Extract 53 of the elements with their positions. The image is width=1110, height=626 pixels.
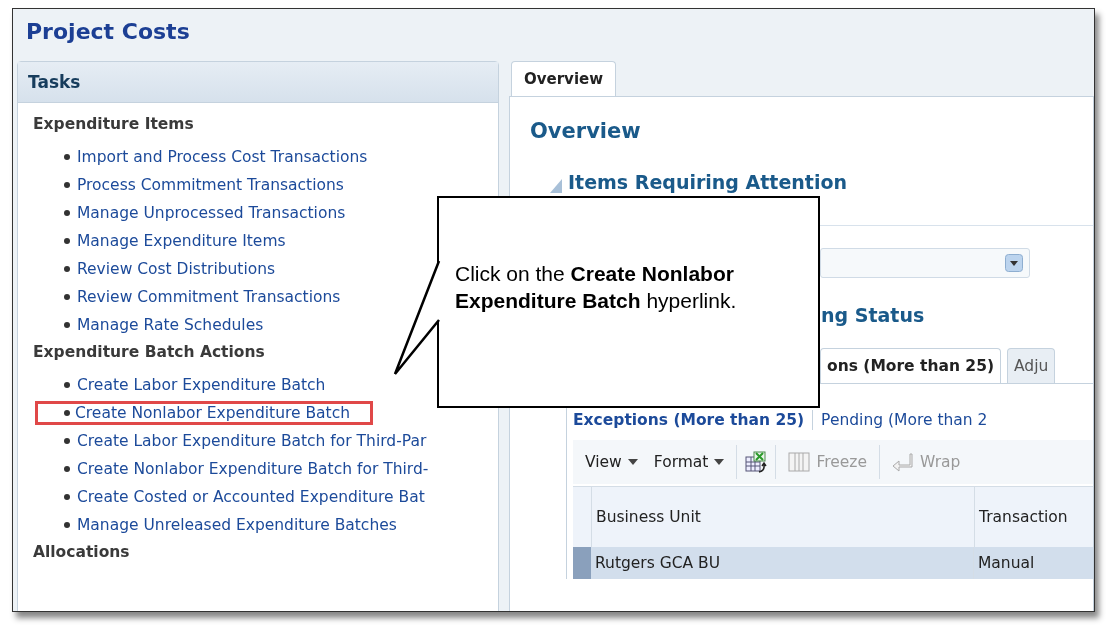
callout-text: Click on the Create Nonlabor Expenditure Batch hyperlink. <box>455 261 738 315</box>
task-link[interactable]: Create Nonlabor Expenditure Batch <box>35 401 374 425</box>
filter-link[interactable]: Pending (More than 2 <box>821 411 988 429</box>
bullet-icon <box>64 322 70 328</box>
bullet-icon <box>64 294 70 300</box>
bullet-icon <box>64 266 70 272</box>
section-heading: Allocations <box>33 543 131 561</box>
spreadsheet-export-icon[interactable] <box>745 451 768 473</box>
task-link[interactable]: Review Commitment Transactions <box>72 285 346 309</box>
dropdown-field[interactable] <box>820 248 1030 278</box>
menu-button[interactable]: Format <box>649 449 729 475</box>
bullet-icon <box>64 410 70 416</box>
caret-icon <box>714 459 725 465</box>
bullet-icon <box>64 466 70 472</box>
section-title: Items Requiring Attention <box>568 171 847 193</box>
task-link[interactable]: Process Commitment Transactions <box>72 173 349 197</box>
task-link[interactable]: Review Cost Distributions <box>72 257 281 281</box>
filter-link[interactable]: Exceptions (More than 25) <box>573 411 805 429</box>
task-link[interactable]: Manage Unreleased Expenditure Batches <box>72 513 402 537</box>
task-link[interactable]: Manage Rate Schedules <box>72 313 269 337</box>
bullet-icon <box>64 238 70 244</box>
task-link[interactable]: Create Nonlabor Expenditure Batch for Third- <box>72 457 434 481</box>
tab[interactable]: Overview <box>511 61 617 96</box>
panel-title: Tasks <box>28 72 81 92</box>
bullet-icon <box>64 522 70 528</box>
tab[interactable]: ons (More than 25) <box>820 348 1001 383</box>
caret-icon <box>627 459 638 465</box>
bullet-icon <box>64 182 70 188</box>
collapse-triangle-icon[interactable] <box>550 179 562 193</box>
section-heading: Expenditure Batch Actions <box>33 343 266 361</box>
task-link[interactable]: Create Labor Expenditure Batch <box>72 373 331 397</box>
table-cell: Rutgers GCA BU <box>591 547 974 579</box>
task-link[interactable]: Manage Unprocessed Transactions <box>72 201 351 225</box>
bullet-icon <box>64 494 70 500</box>
bullet-icon <box>64 438 70 444</box>
return-arrow-icon <box>892 452 914 472</box>
bullet-icon <box>64 210 70 216</box>
status-heading: ng Status <box>821 304 926 326</box>
table-row[interactable]: Rutgers GCA BU Manual <box>573 547 1093 579</box>
task-link[interactable]: Create Labor Expenditure Batch for Third-Par <box>72 429 432 453</box>
table-cell-text: Manual <box>977 554 1035 572</box>
page-title: Project Costs <box>25 18 191 46</box>
section-heading: Expenditure Items <box>33 115 195 133</box>
menu-button[interactable]: View <box>581 449 642 475</box>
column-header[interactable]: Transaction <box>975 508 1068 526</box>
task-link[interactable]: Create Costed or Accounted Expenditure Bat <box>72 485 430 509</box>
task-link[interactable]: Import and Process Cost Transactions <box>72 145 373 169</box>
tab[interactable]: Adju <box>1007 348 1056 383</box>
bullet-icon <box>64 154 70 160</box>
bullet-icon <box>64 382 70 388</box>
columns-icon <box>788 452 811 472</box>
overview-heading: Overview <box>530 119 642 143</box>
task-link[interactable]: Manage Expenditure Items <box>72 229 291 253</box>
